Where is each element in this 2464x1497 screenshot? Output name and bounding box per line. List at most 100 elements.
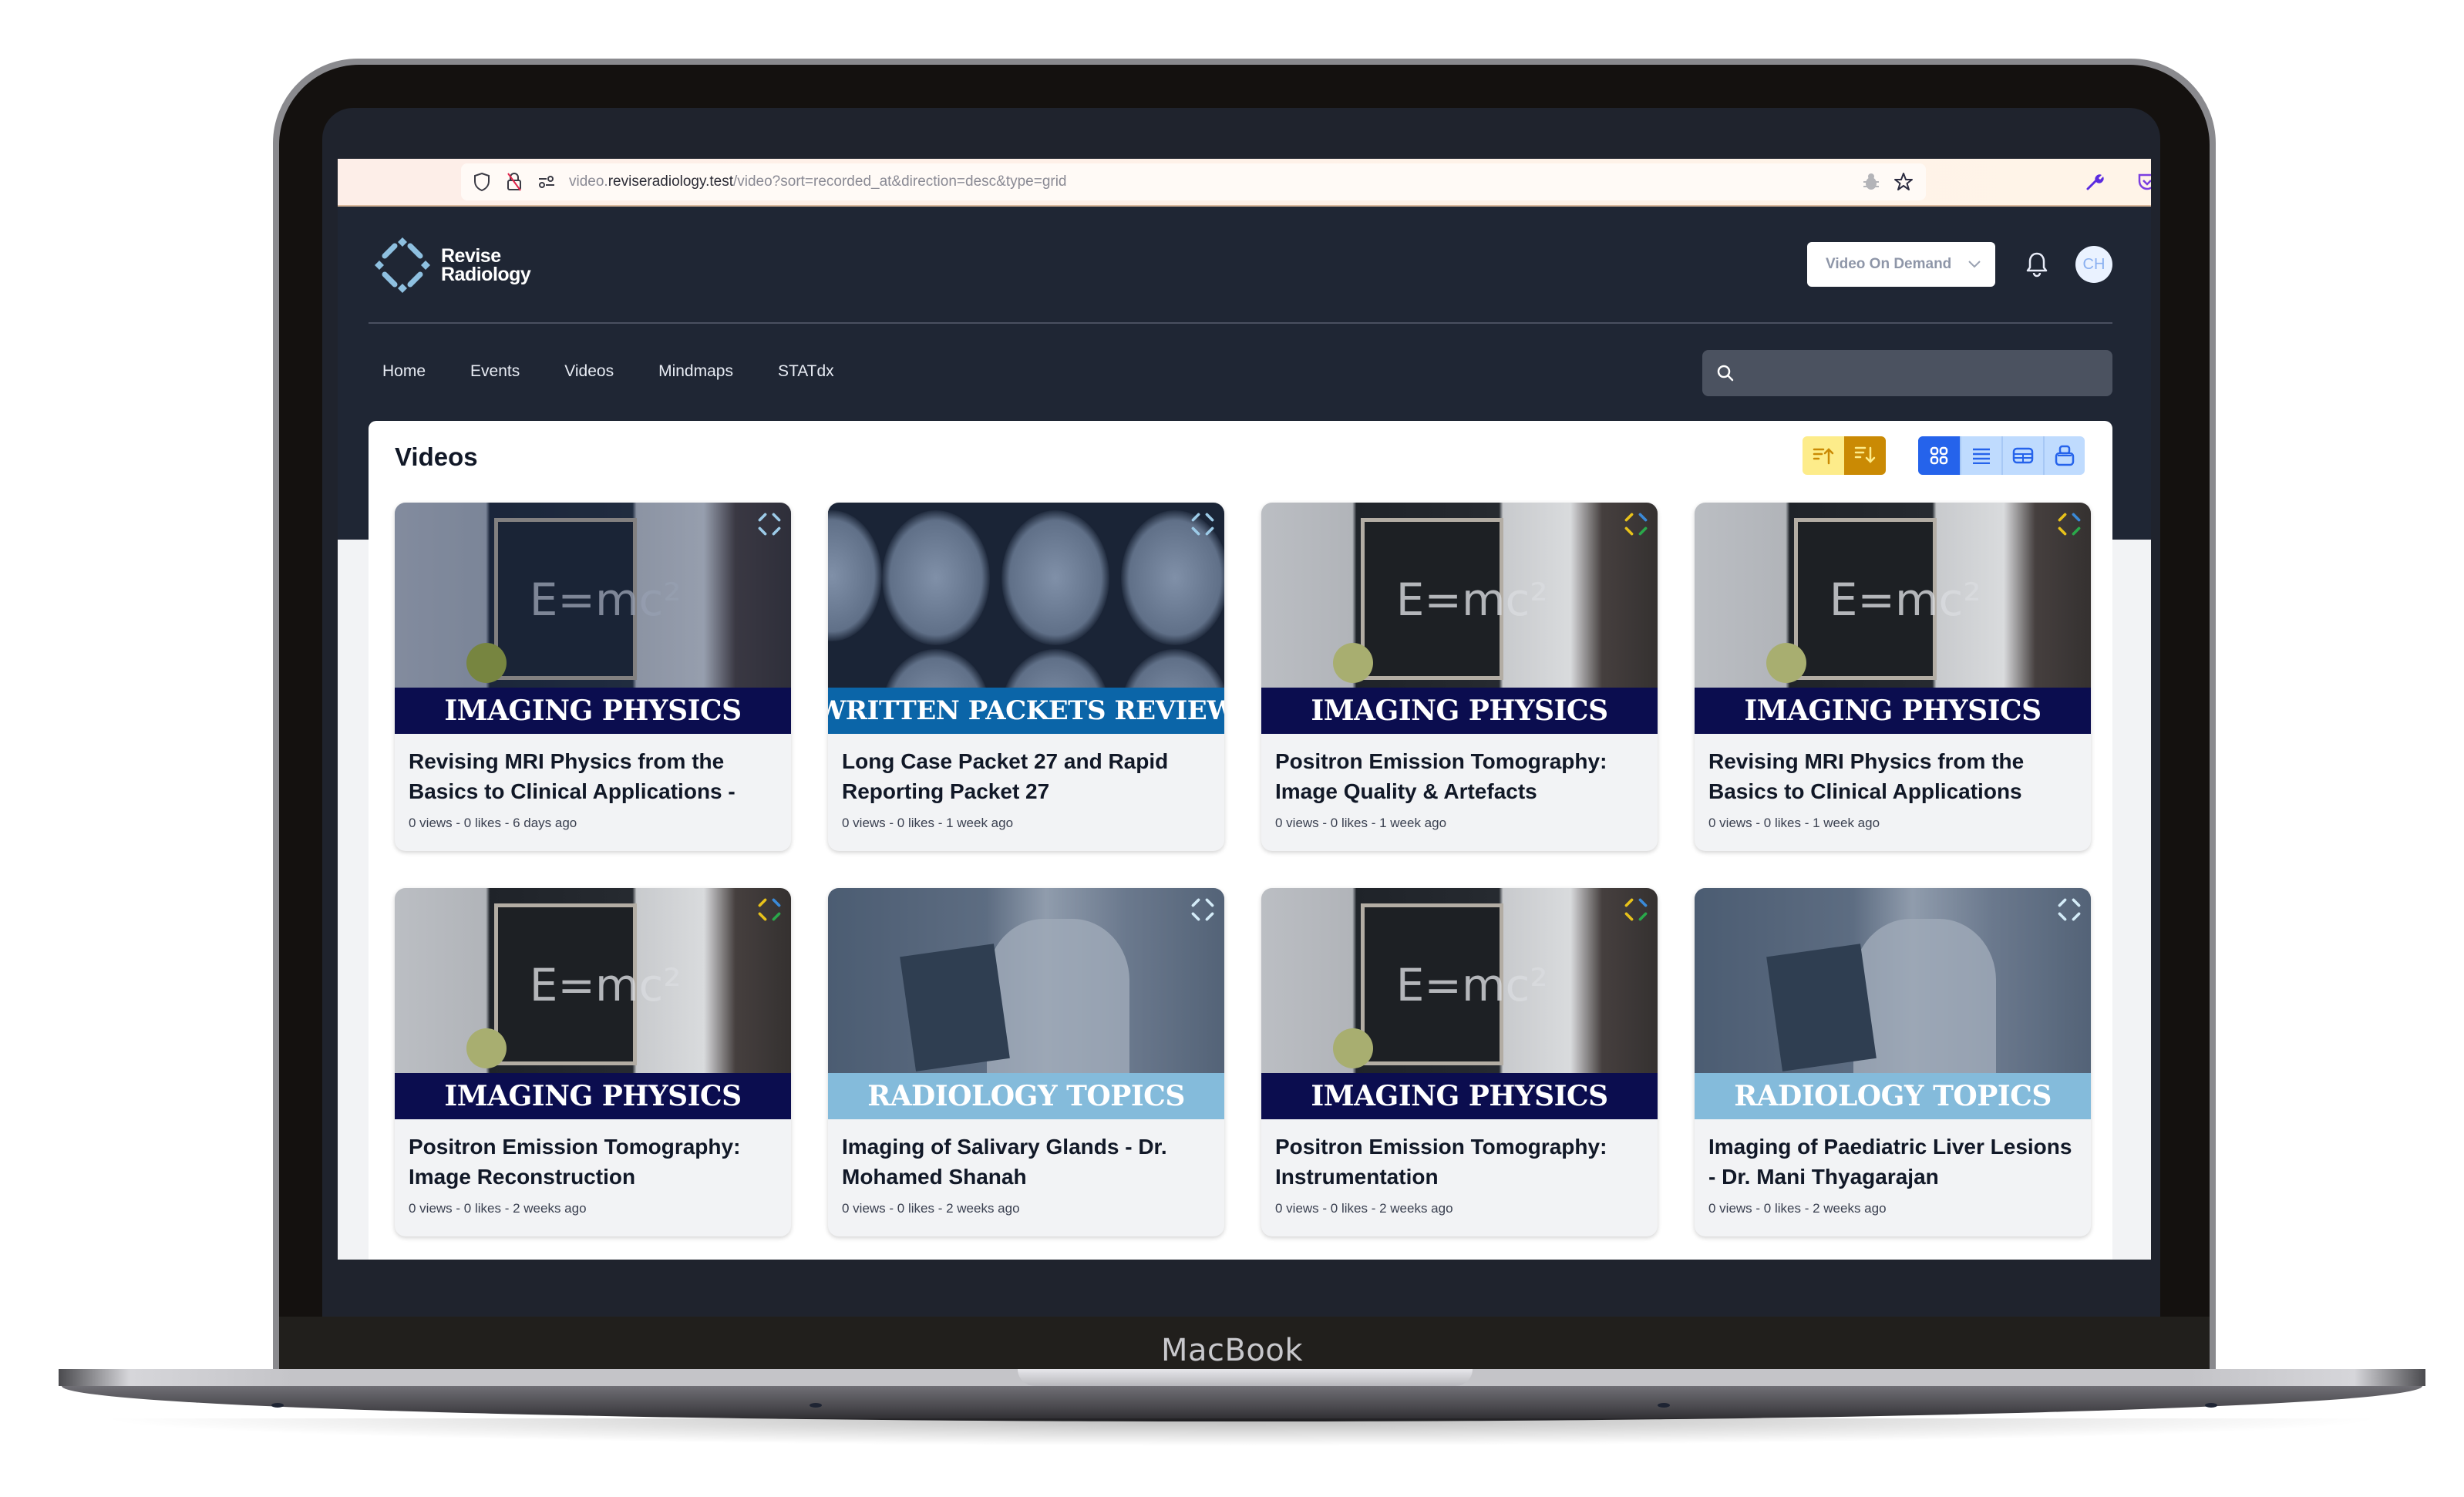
main-nav: Home Events Videos Mindmaps STATdx (382, 362, 879, 381)
laptop-foot (810, 1403, 822, 1408)
sort-descending-icon (1854, 446, 1876, 463)
nav-mindmaps[interactable]: Mindmaps (658, 362, 733, 381)
category-banner: IMAGING PHYSICS (395, 688, 791, 734)
video-meta: 0 views - 0 likes - 1 week ago (1708, 816, 1880, 830)
video-meta: 0 views - 0 likes - 2 weeks ago (842, 1201, 1020, 1216)
video-title[interactable]: Imaging of Paediatric Liver Lesions - Dr… (1708, 1132, 2077, 1192)
video-thumbnail[interactable]: E=mc² IMAGING PHYSICS (1695, 503, 2091, 734)
video-meta: 0 views - 0 likes - 2 weeks ago (1275, 1201, 1453, 1216)
laptop-foot (1658, 1403, 1670, 1408)
mode-select-value: Video On Demand (1826, 256, 1952, 272)
category-banner: RADIOLOGY TOPICS (1695, 1073, 2091, 1119)
video-card[interactable]: RADIOLOGY TOPICS Imaging of Paediatric L… (1695, 888, 2091, 1236)
sort-ascending-icon (1813, 448, 1834, 465)
view-list-button[interactable] (1960, 436, 2001, 475)
video-thumbnail[interactable]: E=mc² IMAGING PHYSICS (1261, 503, 1658, 734)
star-icon[interactable] (1892, 170, 1915, 193)
nav-videos[interactable]: Videos (564, 362, 614, 381)
laptop-foot (2205, 1403, 2217, 1408)
view-table-button[interactable] (2001, 436, 2043, 475)
nav-home[interactable]: Home (382, 362, 426, 381)
shield-icon[interactable] (470, 170, 493, 193)
nav-statdx[interactable]: STATdx (778, 362, 834, 381)
user-avatar[interactable]: CH (2075, 246, 2112, 283)
app-root: Revise Radiology Video On Demand CH Home… (338, 208, 2151, 1260)
corner-logo-icon (2058, 898, 2081, 921)
browser-window: video.reviseradiology.test/video?sort=re… (338, 159, 2151, 1260)
search-input[interactable] (1744, 350, 2112, 396)
bell-icon (2026, 252, 2048, 278)
laptop-hinge-notch (1018, 1369, 1473, 1386)
category-banner: IMAGING PHYSICS (1695, 688, 2091, 734)
chevron-down-icon (1968, 261, 1981, 268)
video-grid: E=mc² IMAGING PHYSICS Revising MRI Physi… (395, 503, 2094, 1236)
video-title[interactable]: Positron Emission Tomography: Image Reco… (409, 1132, 777, 1192)
video-title[interactable]: Revising MRI Physics from the Basics to … (409, 746, 777, 806)
search-icon (1717, 365, 1734, 382)
wrench-icon[interactable] (2083, 170, 2106, 193)
laptop-shadow (93, 1418, 2390, 1446)
video-thumbnail[interactable]: RADIOLOGY TOPICS (1695, 888, 2091, 1119)
video-title[interactable]: Revising MRI Physics from the Basics to … (1708, 746, 2077, 806)
search-box[interactable] (1702, 350, 2112, 396)
category-banner: RADIOLOGY TOPICS (828, 1073, 1224, 1119)
bug-icon[interactable] (1860, 170, 1883, 193)
video-title[interactable]: Long Case Packet 27 and Rapid Reporting … (842, 746, 1210, 806)
thumbnail-image: E=mc² (1261, 503, 1658, 688)
category-banner: IMAGING PHYSICS (395, 1073, 791, 1119)
grid-icon (1930, 446, 1948, 465)
corner-logo-color-icon (2058, 513, 2081, 536)
video-card[interactable]: E=mc² IMAGING PHYSICS Positron Emission … (395, 888, 791, 1236)
video-thumbnail[interactable]: E=mc² IMAGING PHYSICS (395, 503, 791, 734)
video-card[interactable]: E=mc² IMAGING PHYSICS Revising MRI Physi… (1695, 503, 2091, 851)
category-banner: WRITTEN PACKETS REVIEW (828, 688, 1224, 734)
thumbnail-image: E=mc² (395, 888, 791, 1073)
sort-descending-button[interactable] (1844, 436, 1886, 475)
thumbnail-image (828, 888, 1224, 1073)
thumbnail-image (828, 503, 1224, 734)
video-card[interactable]: E=mc² IMAGING PHYSICS Positron Emission … (1261, 503, 1658, 851)
list-icon (1973, 448, 1990, 464)
lock-slash-icon[interactable] (503, 170, 526, 193)
logo-text: Revise Radiology (441, 245, 531, 285)
category-banner: IMAGING PHYSICS (1261, 1073, 1658, 1119)
video-thumbnail[interactable]: E=mc² IMAGING PHYSICS (1261, 888, 1658, 1119)
nav-events[interactable]: Events (470, 362, 520, 381)
video-card[interactable]: RADIOLOGY TOPICS Imaging of Salivary Gla… (828, 888, 1224, 1236)
corner-logo-color-icon (1624, 898, 1648, 921)
corner-logo-color-icon (1624, 513, 1648, 536)
table-icon (2012, 447, 2034, 464)
pocket-icon[interactable] (2136, 170, 2151, 193)
video-thumbnail[interactable]: RADIOLOGY TOPICS (828, 888, 1224, 1119)
url-text[interactable]: video.reviseradiology.test/video?sort=re… (569, 173, 1067, 190)
address-bar[interactable]: video.reviseradiology.test/video?sort=re… (461, 163, 1926, 200)
video-meta: 0 views - 0 likes - 2 weeks ago (1708, 1201, 1887, 1216)
video-title[interactable]: Positron Emission Tomography: Instrument… (1275, 1132, 1644, 1192)
video-thumbnail[interactable]: WRITTEN PACKETS REVIEW (828, 503, 1224, 734)
archive-icon (2055, 445, 2075, 466)
logo-diamond-icon (375, 237, 430, 293)
browser-toolbar: video.reviseradiology.test/video?sort=re… (338, 159, 2151, 207)
view-archive-button[interactable] (2043, 436, 2085, 475)
thumbnail-image: E=mc² (1261, 888, 1658, 1073)
sort-ascending-button[interactable] (1803, 436, 1844, 475)
video-title[interactable]: Imaging of Salivary Glands - Dr. Mohamed… (842, 1132, 1210, 1192)
video-card[interactable]: E=mc² IMAGING PHYSICS Positron Emission … (1261, 888, 1658, 1236)
laptop-foot (271, 1403, 284, 1408)
page-title: Videos (395, 442, 478, 471)
video-card[interactable]: E=mc² IMAGING PHYSICS Revising MRI Physi… (395, 503, 791, 851)
revise-radiology-logo[interactable]: Revise Radiology (372, 234, 531, 296)
thumbnail-image (1695, 888, 2091, 1073)
corner-logo-color-icon (758, 898, 781, 921)
video-thumbnail[interactable]: E=mc² IMAGING PHYSICS (395, 888, 791, 1119)
permissions-icon[interactable] (535, 170, 558, 193)
notifications-button[interactable] (2021, 249, 2052, 280)
header-divider (369, 322, 2112, 324)
corner-logo-icon (1191, 513, 1214, 536)
view-grid-button[interactable] (1918, 436, 1960, 475)
video-card[interactable]: WRITTEN PACKETS REVIEW Long Case Packet … (828, 503, 1224, 851)
mode-select[interactable]: Video On Demand (1807, 242, 1995, 287)
corner-logo-icon (758, 513, 781, 536)
video-title[interactable]: Positron Emission Tomography: Image Qual… (1275, 746, 1644, 806)
view-toggle (1918, 436, 2085, 475)
